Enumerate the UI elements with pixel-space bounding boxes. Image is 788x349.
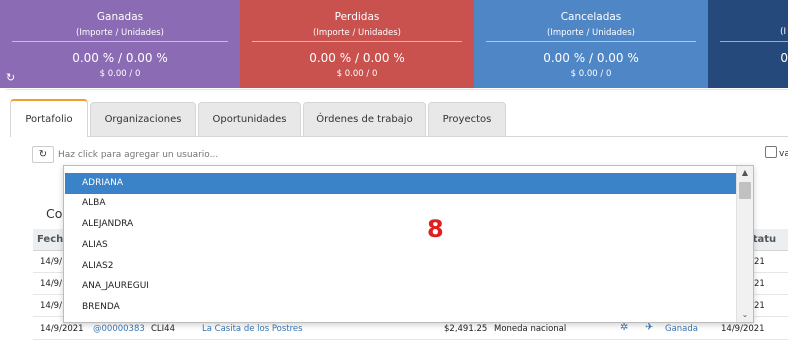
sync-icon: ↻	[38, 149, 48, 160]
annotation-number: 8	[427, 215, 444, 243]
tab-portafolio[interactable]: Portafolio	[10, 99, 88, 137]
plane-icon[interactable]: ✈	[645, 322, 653, 333]
card-amount: $ 0.00 / 0	[99, 69, 141, 79]
dropdown-option[interactable]: ALIAS2	[65, 256, 736, 277]
cell-importe: $2,491.25	[444, 324, 488, 334]
divider	[6, 89, 788, 90]
dropdown-option[interactable]: ALIAS	[65, 235, 736, 256]
tab-oportunidades[interactable]: Oportunidades	[198, 102, 301, 136]
card-percent: 0	[780, 51, 788, 65]
header-fecha[interactable]: Fech	[37, 234, 63, 245]
cell-fecha-estatus: 21	[754, 301, 765, 311]
sync-button[interactable]: ↻	[32, 146, 54, 163]
checkbox-label: va	[779, 149, 788, 159]
dropdown-scrollbar[interactable]: ▲ ⌄	[736, 166, 753, 322]
scroll-thumb[interactable]	[739, 182, 751, 199]
card-divider	[252, 41, 462, 42]
card-ganadas: Ganadas (Importe / Unidades) 0.00 % / 0.…	[0, 0, 240, 88]
checkbox[interactable]	[765, 146, 777, 158]
tab-ordenes-de-trabajo[interactable]: Órdenes de trabajo	[303, 102, 426, 136]
card-divider	[486, 41, 696, 42]
refresh-icon[interactable]: ↻	[6, 71, 15, 84]
user-search-input[interactable]	[58, 146, 758, 163]
card-divider	[720, 41, 788, 42]
card-perdidas: Perdidas (Importe / Unidades) 0.00 % / 0…	[240, 0, 474, 88]
cell-fecha: 14/9/	[40, 279, 62, 289]
card-subtitle: (Importe / Unidades)	[313, 28, 401, 38]
card-subtitle: (I	[780, 27, 786, 37]
dropdown-option[interactable]: ALBA	[65, 193, 736, 214]
dropdown-option[interactable]: ADRIANA	[65, 173, 736, 194]
card-title: Ganadas	[96, 11, 144, 23]
card-amount: $ 0.00 / 0	[336, 69, 378, 79]
kpi-cards: Ganadas (Importe / Unidades) 0.00 % / 0.…	[0, 0, 788, 88]
cell-fecha-estatus: 14/9/2021	[721, 324, 765, 334]
cell-cliente: CLI44	[151, 324, 175, 334]
card-title: Perdidas	[334, 11, 380, 23]
cell-fecha-estatus: 21	[754, 257, 765, 267]
scroll-up-icon[interactable]: ▲	[737, 166, 753, 180]
tab-proyectos[interactable]: Proyectos	[428, 102, 506, 136]
cell-fecha-estatus: 21	[754, 279, 765, 289]
dropdown-option[interactable]: BRENDA	[65, 297, 736, 318]
card-title: Canceladas	[560, 11, 622, 23]
user-dropdown-list[interactable]: ADRIANA ALBA ALEJANDRA ALIAS ALIAS2 ANA_…	[63, 165, 754, 323]
cell-estado-link[interactable]: Ganada	[665, 324, 698, 334]
cell-fecha: 14/9/	[40, 301, 62, 311]
card-fourth: (I 0	[708, 0, 788, 88]
card-percent: 0.00 % / 0.00 %	[72, 51, 168, 65]
section-title: Co	[46, 206, 63, 221]
tab-organizaciones[interactable]: Organizaciones	[90, 102, 196, 136]
card-canceladas: Canceladas (Importe / Unidades) 0.00 % /…	[474, 0, 708, 88]
card-subtitle: (Importe / Unidades)	[76, 28, 164, 38]
cell-nombre-link[interactable]: La Casita de los Postres	[202, 324, 303, 334]
card-percent: 0.00 % / 0.00 %	[543, 51, 639, 65]
scroll-down-icon[interactable]: ⌄	[737, 308, 753, 322]
handshake-icon[interactable]: ✲	[620, 322, 628, 333]
table-row[interactable]	[33, 341, 788, 349]
card-amount: $ 0.00 / 0	[570, 69, 612, 79]
cell-folio-link[interactable]: @00000383	[93, 324, 145, 334]
cell-fecha: 14/9/2021	[40, 324, 84, 334]
dropdown-option[interactable]: ALEJANDRA	[65, 214, 736, 235]
card-percent: 0.00 % / 0.00 %	[309, 51, 405, 65]
card-subtitle: (Importe / Unidades)	[547, 28, 635, 38]
cell-fecha: 14/9/	[40, 257, 62, 267]
card-divider	[12, 41, 228, 42]
dropdown-option[interactable]: ANA_JAUREGUI	[65, 276, 736, 297]
cell-moneda: Moneda nacional	[494, 324, 567, 334]
